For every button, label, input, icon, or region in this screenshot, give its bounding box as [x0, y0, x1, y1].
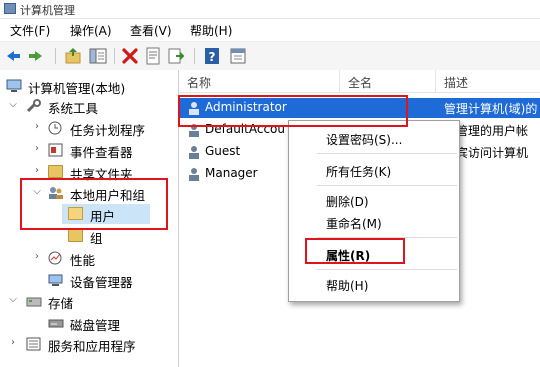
chevron-down-icon[interactable]: ⌵: [8, 294, 18, 305]
shared-folder-icon: [48, 165, 63, 178]
computer-icon: [6, 79, 22, 92]
title-bar: 计算机管理: [0, 0, 540, 19]
back-icon[interactable]: [5, 46, 25, 66]
toolbar: ?: [0, 41, 540, 71]
chevron-right-icon[interactable]: ›: [8, 337, 18, 348]
menu-item-help[interactable]: 帮助(H): [289, 273, 459, 295]
storage-icon: [26, 294, 42, 307]
performance-icon: [48, 251, 63, 265]
tree-item-system-tools[interactable]: ⌵ 系统工具: [0, 96, 178, 116]
user-description: 管理计算机(域)的: [444, 102, 538, 116]
forward-icon[interactable]: [24, 46, 44, 66]
menu-file[interactable]: 文件(F): [10, 22, 50, 39]
chevron-right-icon[interactable]: ›: [32, 251, 42, 262]
folder-icon: [68, 229, 83, 242]
disk-icon: [48, 316, 64, 329]
window-title: 计算机管理: [20, 4, 75, 17]
tree-label-device-manager: 设备管理器: [70, 275, 133, 290]
menu-item-set-password[interactable]: 设置密码(S)...: [289, 127, 459, 149]
menu-item-all-tasks[interactable]: 所有任务(K) ›: [289, 159, 459, 181]
help-icon[interactable]: ?: [202, 46, 222, 66]
tree-item-task-scheduler[interactable]: › 任务计划程序: [0, 118, 178, 138]
svg-text:?: ?: [209, 50, 216, 64]
tree-label-system-tools: 系统工具: [48, 101, 99, 116]
delete-icon[interactable]: [120, 46, 140, 66]
mmc-window-icon[interactable]: [228, 46, 248, 66]
chevron-right-icon: ›: [326, 163, 331, 176]
computer-management-icon: [4, 3, 16, 14]
user-name: Guest: [205, 144, 241, 158]
tree-item-performance[interactable]: › 性能: [0, 248, 178, 268]
menu-item-rename[interactable]: 重命名(M): [289, 211, 459, 233]
tree-label-event-viewer: 事件查看器: [70, 145, 133, 160]
tree-item-disk-management[interactable]: 磁盘管理: [0, 313, 178, 333]
export-list-icon[interactable]: [166, 46, 186, 66]
menu-item-delete[interactable]: 删除(D): [289, 189, 459, 211]
tree-label-performance: 性能: [70, 253, 96, 268]
tree-label-task-scheduler: 任务计划程序: [70, 123, 146, 138]
tree-item-event-viewer[interactable]: › 事件查看器: [0, 140, 178, 160]
tree-label-disk-management: 磁盘管理: [70, 318, 121, 333]
tree-label-root: 计算机管理(本地): [28, 81, 126, 96]
show-hide-tree-icon[interactable]: [88, 46, 108, 66]
menu-action[interactable]: 操作(A): [70, 22, 112, 39]
tree-label-storage: 存储: [48, 296, 74, 311]
context-menu: 设置密码(S)... 所有任务(K) › 删除(D) 重命名(M) 属性(R) 帮…: [288, 120, 460, 302]
up-folder-icon[interactable]: [63, 46, 83, 66]
tools-icon: [26, 99, 41, 113]
column-header-fullname[interactable]: 全名: [340, 70, 436, 93]
chevron-down-icon[interactable]: ⌵: [8, 99, 18, 110]
menu-help[interactable]: 帮助(H): [190, 22, 232, 39]
tree-label-services-apps: 服务和应用程序: [48, 339, 136, 354]
tree-item-storage[interactable]: ⌵ 存储: [0, 291, 178, 311]
user-name: Manager: [205, 166, 258, 180]
event-viewer-icon: [48, 143, 63, 157]
chevron-right-icon[interactable]: ›: [32, 143, 42, 154]
clock-icon: [48, 121, 63, 135]
annotation-box-local-users: [20, 178, 168, 230]
device-manager-icon: [48, 273, 63, 286]
menu-bar: 文件(F) 操作(A) 查看(V) 帮助(H): [0, 19, 540, 41]
menu-view[interactable]: 查看(V): [130, 22, 172, 39]
tree-item-services-apps[interactable]: › 服务和应用程序: [0, 334, 178, 354]
tree-item-device-manager[interactable]: 设备管理器: [0, 270, 178, 290]
tree-label-groups: 组: [90, 231, 103, 246]
chevron-right-icon[interactable]: ›: [32, 165, 42, 176]
chevron-right-icon[interactable]: ›: [32, 121, 42, 132]
tree-item-root[interactable]: 计算机管理(本地): [0, 76, 178, 96]
services-icon: [26, 337, 41, 351]
annotation-box-administrator: [178, 95, 408, 127]
properties-icon[interactable]: [143, 46, 163, 66]
column-header-description[interactable]: 描述: [436, 70, 540, 93]
annotation-box-properties: [305, 238, 405, 264]
user-icon: [187, 167, 201, 181]
column-header-name[interactable]: 名称: [179, 70, 340, 93]
user-icon: [187, 145, 201, 159]
